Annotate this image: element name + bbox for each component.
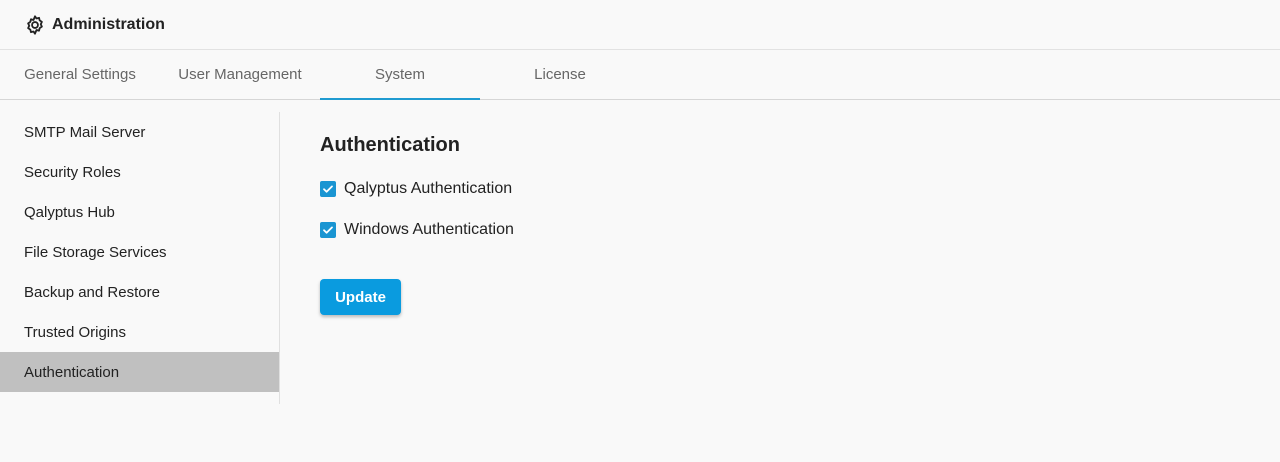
sidebar-item-file-storage-services[interactable]: File Storage Services (0, 232, 279, 272)
content-area: SMTP Mail Server Security Roles Qalyptus… (0, 100, 1280, 462)
qalyptus-authentication-checkbox[interactable] (320, 180, 336, 197)
tab-general-settings[interactable]: General Settings (0, 50, 160, 99)
windows-authentication-checkbox[interactable] (320, 221, 336, 238)
sidebar-item-authentication[interactable]: Authentication (0, 352, 279, 392)
gear-icon (24, 14, 46, 36)
windows-authentication-option[interactable]: Windows Authentication (320, 209, 514, 250)
sidebar: SMTP Mail Server Security Roles Qalyptus… (0, 112, 280, 404)
main-panel: Authentication Qalyptus Authentication W… (280, 100, 514, 462)
sidebar-item-backup-and-restore[interactable]: Backup and Restore (0, 272, 279, 312)
tab-bar: General Settings User Management System … (0, 50, 1280, 100)
sidebar-item-trusted-origins[interactable]: Trusted Origins (0, 312, 279, 352)
sidebar-item-security-roles[interactable]: Security Roles (0, 152, 279, 192)
qalyptus-authentication-option[interactable]: Qalyptus Authentication (320, 168, 514, 209)
qalyptus-authentication-label: Qalyptus Authentication (344, 179, 513, 197)
tab-license[interactable]: License (480, 50, 640, 99)
windows-authentication-label: Windows Authentication (344, 220, 514, 238)
checkmark-icon (323, 185, 333, 193)
sidebar-item-qalyptus-hub[interactable]: Qalyptus Hub (0, 192, 279, 232)
tab-user-management[interactable]: User Management (160, 50, 320, 99)
checkmark-icon (323, 226, 333, 234)
sidebar-item-smtp-mail-server[interactable]: SMTP Mail Server (0, 112, 279, 152)
section-title: Authentication (320, 134, 460, 156)
app-header: Administration (0, 0, 1280, 50)
page-title: Administration (52, 15, 165, 33)
tab-system[interactable]: System (320, 50, 480, 100)
update-button[interactable]: Update (320, 279, 401, 315)
